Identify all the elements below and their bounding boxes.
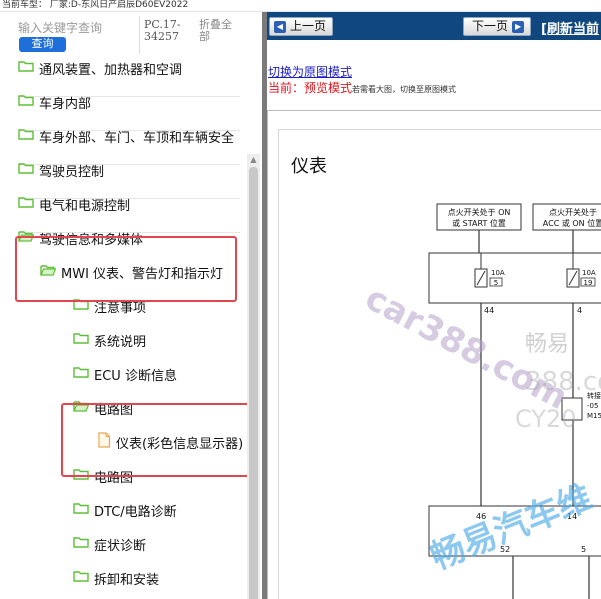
tree-item-label: 拆卸和安装 bbox=[94, 572, 160, 588]
next-page-label: 下一页 bbox=[472, 19, 509, 33]
folder-icon bbox=[73, 332, 89, 348]
right-viewer-panel: ◀ 上一页 下一页 ▶ [刷新当前 切换为原图模式 当前：预览模式若需看大图，切… bbox=[267, 12, 601, 599]
highlight-box-circuit-diagram bbox=[61, 403, 249, 477]
highlight-box-driving-info bbox=[15, 236, 237, 302]
tree-item-label: ECU 诊断信息 bbox=[94, 368, 177, 384]
side-text-3: M15 bbox=[587, 412, 601, 420]
tree-item[interactable]: DTC/电路诊断 bbox=[73, 496, 177, 524]
tree-item-label: 系统说明 bbox=[94, 334, 147, 350]
arrow-left-icon: ◀ bbox=[274, 20, 286, 33]
pc-label: PC.17-34257 bbox=[144, 18, 181, 43]
scroll-up-arrow[interactable]: ▲ bbox=[247, 154, 260, 166]
folder-icon bbox=[18, 128, 34, 144]
fuse2-num: 19 bbox=[584, 279, 593, 287]
folder-icon bbox=[73, 570, 89, 586]
folder-icon bbox=[18, 60, 34, 76]
folder-icon bbox=[18, 94, 34, 110]
side-text-1: 转接 bbox=[587, 391, 601, 400]
search-area: 查询 PC.17-34257 折叠全部 bbox=[0, 12, 262, 58]
mode-hint: 若需看大图，切换至原图模式 bbox=[352, 85, 457, 94]
pin-44: 44 bbox=[484, 306, 494, 315]
nav-bar: ◀ 上一页 下一页 ▶ [刷新当前 bbox=[267, 12, 601, 40]
pin-4: 4 bbox=[577, 306, 582, 315]
search-input[interactable] bbox=[18, 20, 136, 36]
tree-item-label: 车身外部、车门、车顶和车辆安全 bbox=[39, 130, 235, 146]
folder-icon bbox=[73, 366, 89, 382]
tree-item[interactable]: 系统说明 bbox=[73, 326, 146, 354]
tree-item[interactable]: 驾驶员控制 bbox=[18, 156, 104, 184]
prev-page-label: 上一页 bbox=[290, 19, 327, 33]
tree-item-label: 电气和电源控制 bbox=[39, 198, 131, 214]
current-label: 当前： bbox=[268, 81, 305, 95]
tree-item-label: 症状诊断 bbox=[94, 538, 147, 554]
tree-item[interactable]: 症状诊断 bbox=[73, 530, 146, 558]
next-page-button[interactable]: 下一页 ▶ bbox=[463, 17, 531, 36]
collapse-all-button[interactable]: 折叠全部 bbox=[199, 19, 239, 43]
current-mode-line: 当前：预览模式若需看大图，切换至原图模式 bbox=[268, 79, 456, 96]
fuse2-amp: 10A bbox=[582, 269, 596, 277]
header-divider bbox=[139, 16, 140, 54]
current-vehicle-bar: 当前车型： 厂家:D-东风日产启辰D60EV2022 bbox=[0, 0, 601, 12]
side-text-2: -05 bbox=[587, 402, 598, 410]
tree-item[interactable]: 车身内部 bbox=[18, 88, 91, 116]
folder-icon bbox=[18, 196, 34, 212]
switch-to-original-link[interactable]: 切换为原图模式 bbox=[268, 63, 352, 80]
ign-box1-line1: 点火开关处于 ON bbox=[448, 207, 511, 217]
document-page: 仪表 点火开关处于 ON 或 START 位置 点火开关处于 ACC 或 ON … bbox=[278, 129, 601, 599]
arrow-right-icon: ▶ bbox=[512, 20, 525, 33]
folder-icon bbox=[18, 162, 34, 178]
fuse1-num: 5 bbox=[494, 279, 498, 287]
tree-item[interactable]: ECU 诊断信息 bbox=[73, 360, 177, 388]
pin-5: 5 bbox=[581, 545, 586, 554]
left-tree-panel: 查询 PC.17-34257 折叠全部 通风装置、加热器和空调车身内部车身外部、… bbox=[0, 12, 262, 599]
refresh-link[interactable]: [刷新当前 bbox=[541, 18, 599, 37]
ign-box1-line2: 或 START 位置 bbox=[452, 218, 506, 228]
tree-item[interactable]: 车身外部、车门、车顶和车辆安全 bbox=[18, 122, 234, 150]
pin-52: 52 bbox=[500, 545, 510, 554]
tree-item[interactable]: 拆卸和安装 bbox=[73, 564, 159, 592]
fuse1-amp: 10A bbox=[491, 269, 505, 277]
tree-item[interactable]: 电气和电源控制 bbox=[18, 190, 130, 218]
current-mode: 预览模式 bbox=[304, 81, 353, 95]
scrollbar-thumb[interactable] bbox=[249, 167, 258, 599]
prev-page-button[interactable]: ◀ 上一页 bbox=[269, 17, 333, 36]
pin-14: 14 bbox=[567, 512, 577, 521]
ign-box2-line2: ACC 或 ON 位置 bbox=[543, 218, 601, 228]
wiring-diagram: 点火开关处于 ON 或 START 位置 点火开关处于 ACC 或 ON 位置 … bbox=[428, 203, 601, 599]
folder-icon bbox=[73, 502, 89, 518]
query-button[interactable]: 查询 bbox=[19, 37, 66, 52]
tree-item-label: 通风装置、加热器和空调 bbox=[39, 62, 183, 78]
ign-box2-line1: 点火开关处于 bbox=[549, 207, 597, 217]
tree-item[interactable]: 通风装置、加热器和空调 bbox=[18, 54, 182, 82]
tree-item-label: 驾驶员控制 bbox=[39, 164, 105, 180]
tree-item-label: 车身内部 bbox=[39, 96, 92, 112]
pin-46: 46 bbox=[476, 512, 486, 521]
folder-icon bbox=[73, 536, 89, 552]
document-frame: 仪表 点火开关处于 ON 或 START 位置 点火开关处于 ACC 或 ON … bbox=[267, 110, 601, 599]
tree-item-label: DTC/电路诊断 bbox=[94, 504, 177, 520]
